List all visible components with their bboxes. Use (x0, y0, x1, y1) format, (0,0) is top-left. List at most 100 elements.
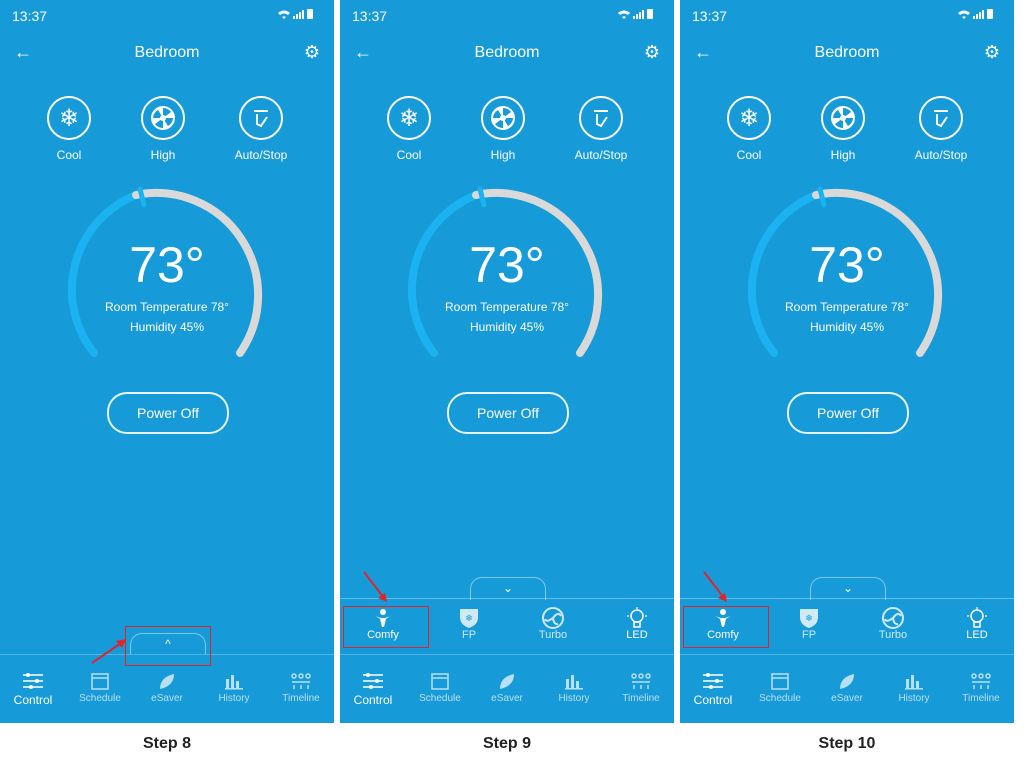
app-header: ← Bedroom ⚙ (340, 38, 674, 68)
feature-turbo[interactable]: Turbo (858, 607, 928, 641)
feature-label: Turbo (538, 629, 568, 641)
gear-icon[interactable]: ⚙ (984, 42, 1000, 63)
mode-label: Cool (56, 148, 82, 162)
highlight-box (125, 626, 211, 666)
nav-history[interactable]: History (541, 671, 607, 704)
red-arrow-icon (703, 571, 727, 602)
bar-chart-icon (541, 671, 607, 691)
leaf-icon (474, 671, 540, 691)
mode-cool[interactable]: ❄ Cool (364, 96, 454, 162)
sliders-icon (0, 671, 66, 691)
feature-label: FP (461, 629, 477, 641)
feature-turbo[interactable]: Turbo (518, 607, 588, 641)
nav-esaver[interactable]: eSaver (814, 671, 880, 704)
nav-history[interactable]: History (881, 671, 947, 704)
page-title: Bedroom (134, 44, 200, 61)
nav-esaver[interactable]: eSaver (474, 671, 540, 704)
screen-step-8: 13:37 ← Bedroom ⚙ ❄ Cool High Auto/Stop … (0, 0, 334, 723)
nav-control[interactable]: Control (680, 671, 746, 707)
nav-esaver[interactable]: eSaver (134, 671, 200, 704)
nav-label: Schedule (79, 693, 121, 704)
nav-label: History (898, 693, 930, 704)
mode-auto-stop[interactable]: Auto/Stop (216, 96, 306, 162)
mode-fan[interactable]: High (798, 96, 888, 162)
status-time: 13:37 (692, 8, 728, 24)
bottom-nav: Control Schedule eSaver History Timeline (340, 654, 674, 723)
highlight-box (343, 606, 429, 648)
fan-icon (141, 96, 185, 140)
turbo-swirl-icon (518, 607, 588, 629)
calendar-icon (67, 671, 133, 691)
nav-history[interactable]: History (201, 671, 267, 704)
app-header: ← Bedroom ⚙ (0, 38, 334, 68)
nav-label: Timeline (962, 693, 1000, 704)
nav-control[interactable]: Control (340, 671, 406, 707)
mode-label: High (490, 148, 516, 162)
nav-label: Control (353, 693, 393, 707)
mode-fan[interactable]: High (458, 96, 548, 162)
fp-shield-icon: ❄ (434, 607, 504, 629)
status-icons (956, 8, 996, 20)
nav-label: Schedule (419, 693, 461, 704)
room-temperature: Room Temperature 78° (105, 300, 229, 314)
humidity: Humidity 45% (809, 320, 885, 334)
feature-label: FP (801, 629, 817, 641)
nav-schedule[interactable]: Schedule (747, 671, 813, 704)
status-bar: 13:37 (680, 0, 1014, 30)
mode-fan[interactable]: High (118, 96, 208, 162)
step-caption: Step 8 (142, 735, 191, 752)
app-header: ← Bedroom ⚙ (680, 38, 1014, 68)
bulb-icon (602, 607, 672, 629)
room-temperature: Room Temperature 78° (445, 300, 569, 314)
mode-auto-stop[interactable]: Auto/Stop (556, 96, 646, 162)
power-off-button[interactable]: Power Off (447, 392, 569, 434)
fan-icon (481, 96, 525, 140)
power-off-button[interactable]: Power Off (107, 392, 229, 434)
gear-icon[interactable]: ⚙ (644, 42, 660, 63)
leaf-icon (134, 671, 200, 691)
feature-fp[interactable]: ❄ FP (774, 607, 844, 641)
auto-stop-icon (919, 96, 963, 140)
feature-fp[interactable]: ❄ FP (434, 607, 504, 641)
nav-schedule[interactable]: Schedule (407, 671, 473, 704)
mode-label: Auto/Stop (914, 148, 968, 162)
fan-icon (821, 96, 865, 140)
mode-cool[interactable]: ❄ Cool (704, 96, 794, 162)
humidity: Humidity 45% (469, 320, 545, 334)
bar-chart-icon (881, 671, 947, 691)
mode-label: Auto/Stop (574, 148, 628, 162)
timeline-icon (948, 671, 1014, 691)
calendar-icon (747, 671, 813, 691)
nav-timeline[interactable]: Timeline (608, 671, 674, 704)
timeline-icon (268, 671, 334, 691)
step-caption: Step 10 (818, 735, 876, 752)
mode-auto-stop[interactable]: Auto/Stop (896, 96, 986, 162)
feature-led[interactable]: LED (942, 607, 1012, 641)
collapse-handle[interactable]: ⌄ (810, 577, 886, 600)
status-icons (616, 8, 656, 20)
screen-step-10: 13:37 ← Bedroom ⚙ ❄ Cool High Auto/Stop … (680, 0, 1014, 723)
page-title: Bedroom (474, 44, 540, 61)
set-temperature: 73° (129, 237, 205, 293)
mode-label: Cool (736, 148, 762, 162)
collapse-handle[interactable]: ⌄ (470, 577, 546, 600)
nav-timeline[interactable]: Timeline (948, 671, 1014, 704)
nav-label: Timeline (622, 693, 660, 704)
fp-shield-icon: ❄ (774, 607, 844, 629)
mode-row: ❄ Cool High Auto/Stop (0, 96, 334, 166)
auto-stop-icon (579, 96, 623, 140)
mode-cool[interactable]: ❄ Cool (24, 96, 114, 162)
svg-text:❄: ❄ (805, 614, 813, 624)
status-time: 13:37 (12, 8, 48, 24)
svg-text:❄: ❄ (465, 614, 473, 624)
nav-timeline[interactable]: Timeline (268, 671, 334, 704)
set-temperature: 73° (809, 237, 885, 293)
nav-schedule[interactable]: Schedule (67, 671, 133, 704)
nav-label: Control (693, 693, 733, 707)
auto-stop-icon (239, 96, 283, 140)
feature-label: LED (626, 629, 648, 641)
feature-led[interactable]: LED (602, 607, 672, 641)
gear-icon[interactable]: ⚙ (304, 42, 320, 63)
nav-control[interactable]: Control (0, 671, 66, 707)
power-off-button[interactable]: Power Off (787, 392, 909, 434)
